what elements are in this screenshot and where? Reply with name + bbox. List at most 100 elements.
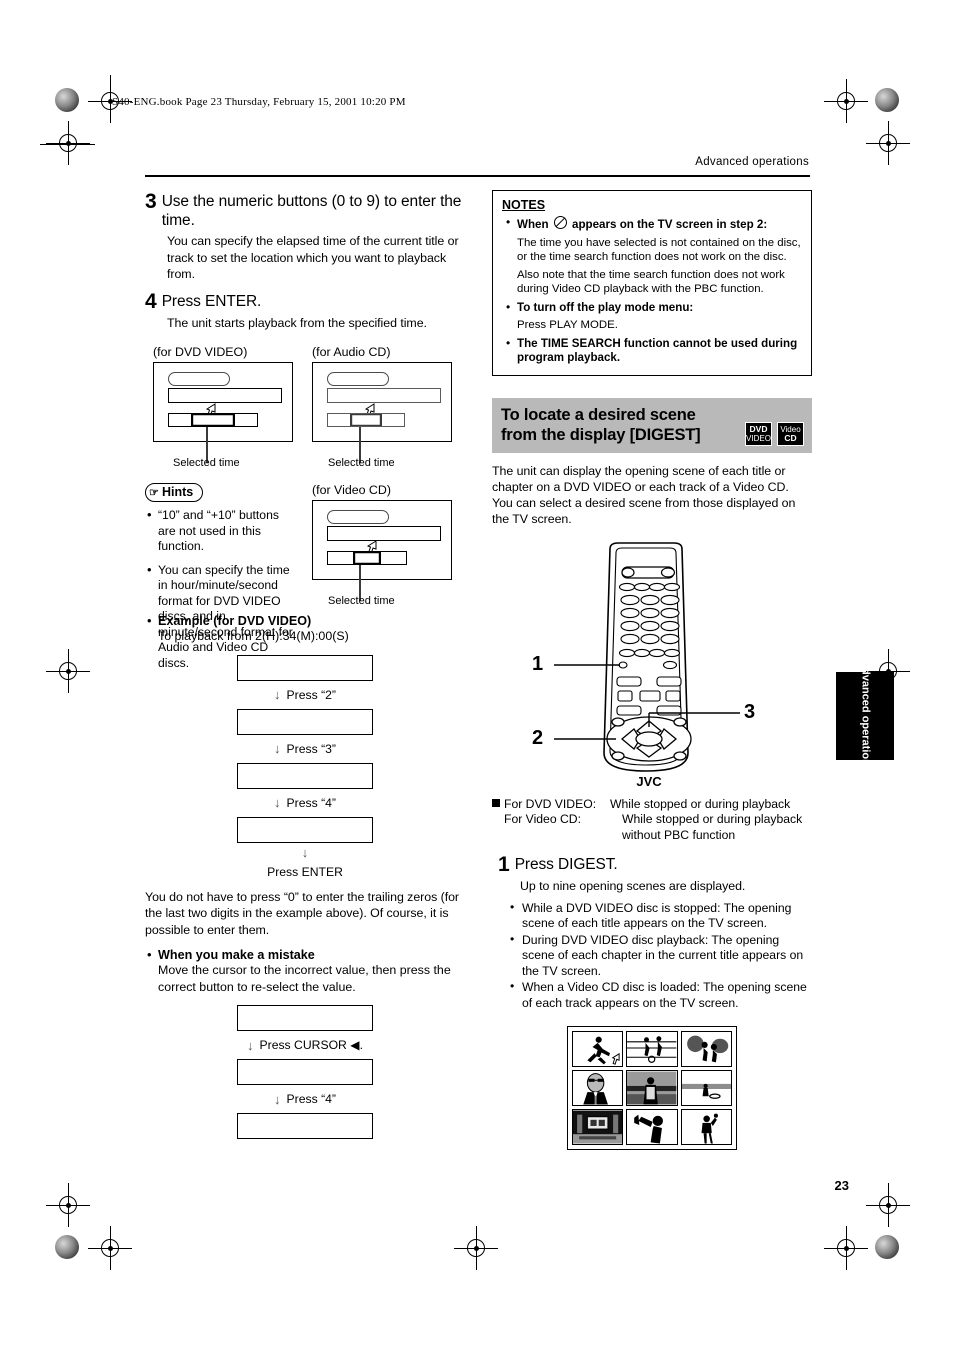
step-3-body: You can specify the elapsed time of the …	[167, 234, 459, 281]
trailing-zeros-note: You do not have to press “0” to enter th…	[145, 889, 460, 937]
prohibition-icon	[553, 216, 567, 229]
display-figures-row-1: (for DVD VIDEO) Selected time (for Audio…	[145, 345, 465, 469]
flow-step-label: Press “4”	[286, 1092, 336, 1106]
disc-badges: DVD VIDEO Video CD	[745, 421, 804, 446]
density-dot-top-right	[875, 88, 899, 112]
trumpet-scene-icon	[634, 1114, 664, 1144]
mistake-heading: When you make a mistake	[145, 947, 465, 962]
figure-caption-audio-cd: (for Audio CD)	[312, 345, 391, 359]
availability-label: For Video CD:	[492, 812, 622, 843]
display-box	[237, 816, 373, 843]
segment-cell	[381, 552, 406, 564]
digest-scene-person[interactable]	[680, 1108, 732, 1145]
figure-caption-video-cd: (for Video CD)	[312, 483, 391, 497]
flow-step-label: Press CURSOR ◀.	[259, 1038, 364, 1052]
table-tennis-scene-icon	[686, 1035, 728, 1063]
header-rule	[145, 175, 810, 177]
availability-value: While stopped or during playback	[610, 796, 791, 811]
running-header: Advanced operations	[695, 156, 809, 168]
flow-step: ↓ Press CURSOR ◀.	[145, 1031, 465, 1059]
step-3: 3 Use the numeric buttons (0 to 9) to en…	[145, 191, 465, 230]
note-heading: The TIME SEARCH function cannot be used …	[517, 336, 798, 365]
cursor-arrow-icon	[611, 1052, 620, 1065]
digest-scene-beach[interactable]	[680, 1069, 732, 1106]
note-heading: To turn off the play mode menu:	[517, 300, 694, 314]
down-arrow-icon: ↓	[247, 1037, 254, 1053]
hints-badge: ☞ Hints	[145, 483, 204, 502]
note-heading: When appears on the TV screen in step 2:	[517, 216, 802, 233]
notes-title: NOTES	[502, 198, 546, 212]
digest-scene-runner[interactable]	[572, 1030, 624, 1067]
availability-block: For DVD VIDEO: While stopped or during p…	[492, 797, 812, 844]
digest-scene-soccer[interactable]	[626, 1030, 678, 1067]
notes-box: NOTES When appears on the TV screen in s…	[492, 190, 812, 376]
person-scene-icon	[701, 1113, 718, 1144]
segment-cell	[382, 414, 404, 426]
hints-and-videocd-row: ☞ Hints “10” and “+10” buttons are not u…	[145, 483, 465, 670]
down-arrow-icon: ↓	[274, 687, 281, 702]
flow-final-arrow: ↓	[145, 843, 465, 863]
registration-mark-bottom-center	[454, 1226, 498, 1270]
street-scene-icon	[627, 1071, 677, 1105]
flow-step: ↓ Press “2”	[145, 681, 465, 709]
tv-display-video-cd	[312, 500, 452, 601]
step-4-number: 4	[145, 289, 157, 313]
down-arrow-icon: ↓	[301, 845, 309, 860]
flow-step-label: Press “4”	[286, 795, 336, 810]
selected-time-label-audio-cd: Selected time	[328, 457, 395, 469]
display-segment-bar	[168, 413, 258, 427]
availability-row-dvd: For DVD VIDEO: While stopped or during p…	[492, 797, 812, 813]
step-1-number: 1	[498, 853, 510, 876]
section-heading-band: To locate a desired scene from the displ…	[492, 397, 812, 453]
badge-line-2: VIDEO	[746, 433, 771, 443]
step-4: 4 Press ENTER.	[145, 289, 465, 313]
note-heading-prefix: When	[517, 218, 552, 231]
digest-scene-table-tennis[interactable]	[680, 1030, 732, 1067]
mistake-flow: ↓ Press CURSOR ◀. ↓ Press “4”	[145, 1005, 465, 1139]
digest-scene-street[interactable]	[626, 1069, 678, 1106]
digest-scene-trumpet[interactable]	[626, 1108, 678, 1145]
display-box	[237, 708, 373, 735]
display-segment-bar	[327, 551, 407, 565]
segment-cell	[328, 414, 350, 426]
segment-cell-selected	[353, 552, 381, 564]
flow-final-label: Press ENTER	[267, 864, 343, 879]
registration-mark-left-mid	[46, 649, 90, 693]
step-4-body: The unit starts playback from the specif…	[167, 315, 427, 330]
section-intro: The unit can display the opening scene o…	[492, 463, 796, 526]
remote-callout-2: 2	[532, 726, 544, 749]
page-number: 23	[834, 1178, 849, 1193]
video-cd-badge: Video CD	[777, 421, 804, 446]
digest-thumbnail-grid	[567, 1025, 737, 1150]
flow-step-label: Press “2”	[286, 687, 336, 702]
remote-callout-1: 1	[532, 652, 544, 675]
density-dot-bottom-left	[55, 1235, 79, 1259]
availability-value: While stopped or during playback without…	[622, 812, 803, 842]
manual-page: S40-ENG.book Page 23 Thursday, February …	[0, 0, 954, 1351]
segment-cell-selected	[191, 414, 235, 426]
availability-label: For DVD VIDEO:	[492, 797, 610, 813]
right-column: NOTES When appears on the TV screen in s…	[492, 190, 812, 1150]
hints-list: “10” and “+10” buttons are not used in t…	[145, 507, 295, 671]
note-paragraph: The time you have selected is not contai…	[517, 236, 801, 264]
tv-display-audio-cd	[312, 362, 452, 463]
example-flow: ↓ Press “2” ↓ Press “3” ↓ Press “4” ↓ Pr…	[145, 654, 465, 879]
segment-cell	[169, 414, 191, 426]
left-column: 3 Use the numeric buttons (0 to 9) to en…	[145, 190, 465, 1139]
display-time-bar	[327, 526, 441, 541]
digest-scene-stage[interactable]	[572, 1108, 624, 1145]
digest-scene-portrait[interactable]	[572, 1069, 624, 1106]
display-pill	[327, 510, 389, 524]
step-1-heading: Press DIGEST.	[514, 856, 618, 873]
figure-caption-dvd: (for DVD VIDEO)	[153, 345, 248, 359]
registration-mark-left-upper	[46, 121, 90, 165]
flow-step: ↓ Press “4”	[145, 789, 465, 817]
step-1-body: Up to nine opening scenes are displayed.	[520, 879, 746, 893]
registration-mark-right-upper	[866, 121, 910, 165]
selected-time-label-video-cd: Selected time	[328, 595, 395, 607]
availability-row-vcd: For Video CD: While stopped or during pl…	[492, 812, 812, 843]
step-3-heading: Use the numeric buttons (0 to 9) to ente…	[161, 193, 462, 229]
registration-mark-bottom-right	[824, 1226, 868, 1270]
portrait-scene-icon	[573, 1071, 623, 1105]
flow-step: ↓ Press “3”	[145, 735, 465, 763]
